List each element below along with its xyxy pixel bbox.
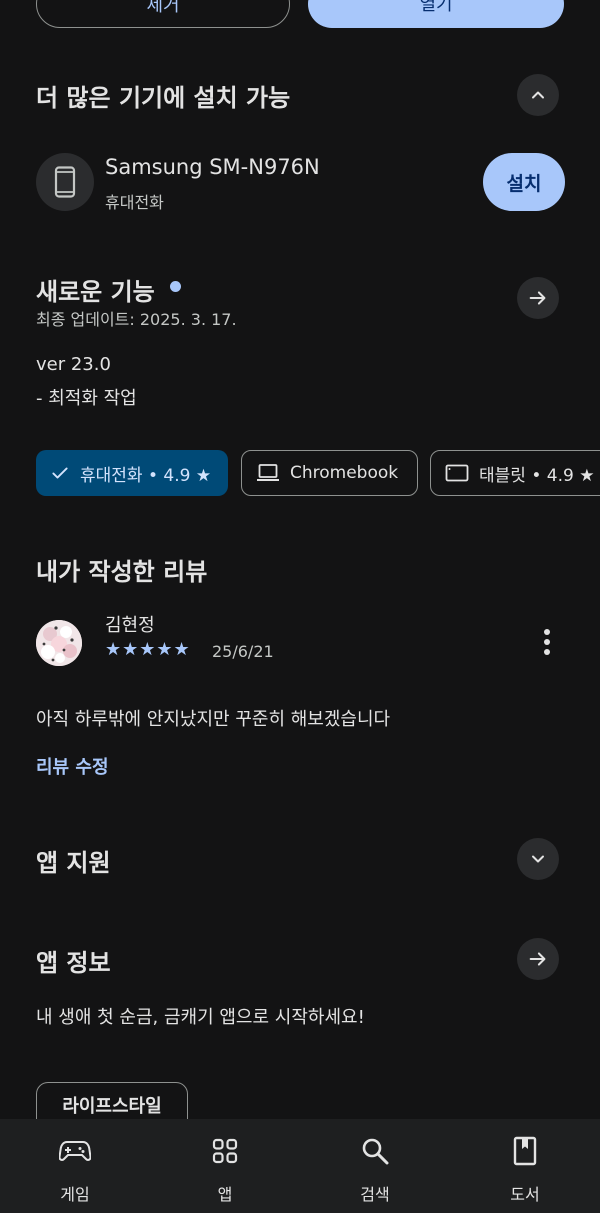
book-icon [513, 1136, 537, 1166]
review-text: 아직 하루밖에 안지났지만 꾸준히 해보겠습니다 [36, 709, 391, 730]
app-description: 내 생애 첫 순금, 금캐기 앱으로 시작하세요! [36, 1007, 365, 1028]
avatar [36, 620, 82, 666]
bottom-navigation: 게임 앱 검색 도서 [0, 1119, 600, 1213]
app-support-title: 앱 지원 [36, 849, 111, 877]
arrow-right-icon [529, 952, 546, 966]
last-updated: 최종 업데이트: 2025. 3. 17. [36, 310, 237, 329]
chip-chromebook[interactable]: Chromebook [241, 450, 418, 496]
update-note: - 최적화 작업 [36, 388, 137, 409]
review-more-button[interactable] [536, 628, 558, 658]
nav-apps[interactable]: 앱 [150, 1119, 300, 1213]
nav-books[interactable]: 도서 [450, 1119, 600, 1213]
device-name: Samsung SM-N976N [105, 155, 320, 179]
chevron-down-icon [532, 855, 544, 863]
search-icon [362, 1138, 389, 1165]
new-indicator-dot [170, 281, 181, 292]
open-button[interactable]: 열기 [308, 0, 564, 28]
chevron-up-icon [532, 91, 544, 99]
gamepad-icon [59, 1141, 91, 1161]
device-icon-container [36, 153, 94, 211]
install-button[interactable]: 설치 [483, 153, 565, 211]
nav-search[interactable]: 검색 [300, 1119, 450, 1213]
uninstall-button[interactable]: 제거 [36, 0, 290, 28]
apps-grid-icon [212, 1138, 238, 1164]
whats-new-arrow-button[interactable] [517, 277, 559, 319]
version-text: ver 23.0 [36, 354, 111, 375]
chip-label: Chromebook [290, 463, 399, 483]
arrow-right-icon [529, 291, 546, 305]
more-vert-icon [544, 629, 550, 655]
whats-new-title: 새로운 기능 [36, 278, 155, 306]
chip-label: 휴대전화 • 4.9 ★ [80, 465, 212, 486]
chip-phone[interactable]: 휴대전화 • 4.9 ★ [36, 450, 228, 496]
phone-icon [54, 166, 76, 198]
edit-review-link[interactable]: 리뷰 수정 [36, 753, 109, 779]
app-support-expand-button[interactable] [517, 838, 559, 880]
tablet-icon [445, 463, 469, 483]
review-author: 김현정 [105, 615, 155, 636]
my-review-title: 내가 작성한 리뷰 [36, 558, 208, 586]
app-info-arrow-button[interactable] [517, 938, 559, 980]
chip-label: 태블릿 • 4.9 ★ [479, 465, 595, 486]
device-type: 휴대전화 [105, 193, 164, 212]
collapse-button[interactable] [517, 74, 559, 116]
check-icon [50, 463, 70, 483]
review-stars: ★★★★★ [105, 639, 191, 660]
nav-label: 검색 [360, 1185, 390, 1204]
more-devices-title: 더 많은 기기에 설치 가능 [36, 84, 291, 112]
nav-games[interactable]: 게임 [0, 1119, 150, 1213]
laptop-icon [256, 463, 280, 483]
nav-label: 도서 [510, 1185, 540, 1204]
app-info-title: 앱 정보 [36, 949, 111, 977]
review-date: 25/6/21 [212, 642, 274, 661]
chip-tablet[interactable]: 태블릿 • 4.9 ★ [430, 450, 600, 496]
nav-label: 앱 [217, 1185, 233, 1204]
nav-label: 게임 [60, 1185, 90, 1204]
